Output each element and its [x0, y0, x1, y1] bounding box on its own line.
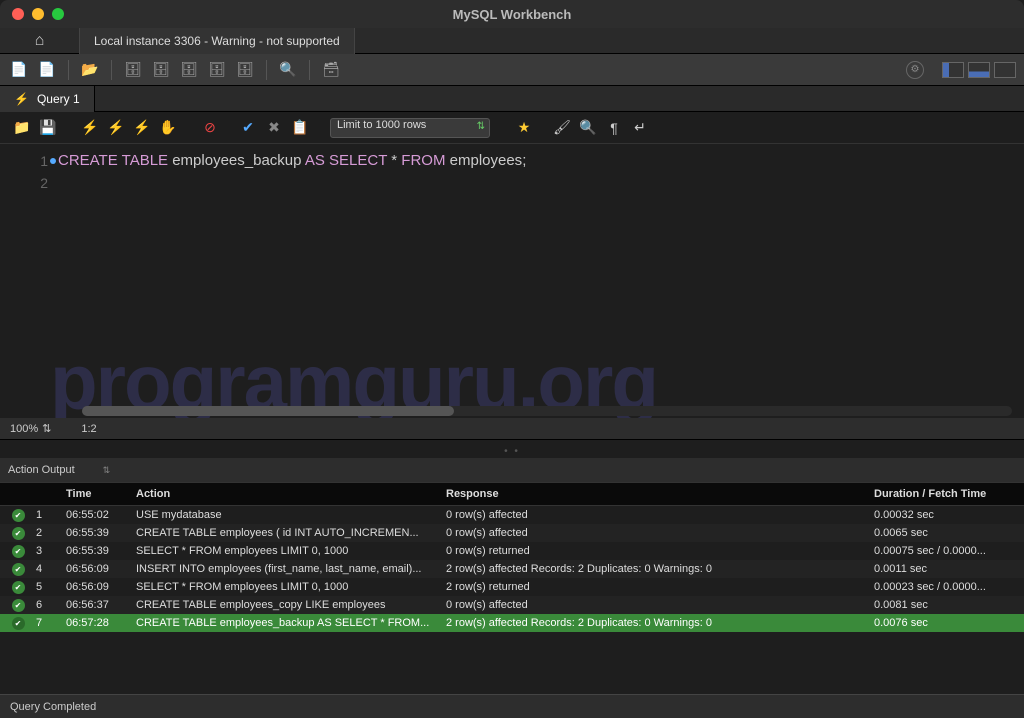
- col-header-time[interactable]: Time: [66, 488, 136, 500]
- execute-icon[interactable]: ⚡: [80, 118, 100, 138]
- beautify-icon[interactable]: 🖌: [552, 118, 572, 138]
- home-tab[interactable]: ⌂: [0, 28, 80, 54]
- output-row[interactable]: ✔706:57:28CREATE TABLE employees_backup …: [0, 614, 1024, 632]
- separator: [68, 60, 69, 80]
- toggle-left-panel[interactable]: [942, 62, 964, 78]
- limit-select-label: Limit to 1000 rows: [337, 119, 426, 131]
- output-table-header: Time Action Response Duration / Fetch Ti…: [0, 482, 1024, 506]
- cursor-position: 1:2: [81, 423, 96, 435]
- app-title: MySQL Workbench: [453, 7, 572, 22]
- query-tab-label: Query 1: [37, 92, 80, 106]
- output-row[interactable]: ✔506:56:09SELECT * FROM employees LIMIT …: [0, 578, 1024, 596]
- success-icon: ✔: [12, 563, 25, 576]
- output-header: Action Output ⇅: [0, 458, 1024, 482]
- grip-icon: • •: [504, 446, 520, 457]
- cancel-icon[interactable]: ⊘: [200, 118, 220, 138]
- save-icon[interactable]: 💾: [38, 118, 58, 138]
- editor-toolbar: 📁 💾 ⚡ ⚡ ⚡ ✋ ⊘ ✔ ✖ 📋 Limit to 1000 rows ⇅…: [0, 112, 1024, 144]
- output-row[interactable]: ✔106:55:02USE mydatabase0 row(s) affecte…: [0, 506, 1024, 524]
- pane-divider[interactable]: • •: [0, 440, 1024, 458]
- window-controls: [0, 8, 64, 20]
- new-sql-plus-icon[interactable]: 📄: [36, 59, 58, 81]
- separator: [111, 60, 112, 80]
- success-icon: ✔: [12, 545, 25, 558]
- query-tabbar: ⚡ Query 1: [0, 86, 1024, 112]
- stop-icon[interactable]: ✋: [158, 118, 178, 138]
- minimize-window-button[interactable]: [32, 8, 44, 20]
- db-icon[interactable]: 🗄: [150, 59, 172, 81]
- connection-tab[interactable]: Local instance 3306 - Warning - not supp…: [80, 28, 355, 54]
- code-area[interactable]: CREATE TABLE employees_backup AS SELECT …: [58, 144, 1024, 418]
- separator: [266, 60, 267, 80]
- editor-statusbar: 100%⇅ 1:2: [0, 418, 1024, 440]
- separator: [309, 60, 310, 80]
- statusbar: Query Completed: [0, 694, 1024, 718]
- success-icon: ✔: [12, 617, 25, 630]
- explain-icon[interactable]: ⚡: [132, 118, 152, 138]
- output-type-select[interactable]: Action Output: [8, 464, 75, 476]
- rollback-icon[interactable]: ✖: [264, 118, 284, 138]
- success-icon: ✔: [12, 527, 25, 540]
- col-header-duration[interactable]: Duration / Fetch Time: [874, 488, 1024, 500]
- line-number: 2: [0, 172, 48, 194]
- zoom-window-button[interactable]: [52, 8, 64, 20]
- col-header-action[interactable]: Action: [136, 488, 446, 500]
- query-tab[interactable]: ⚡ Query 1: [0, 86, 95, 112]
- star-icon[interactable]: ★: [514, 118, 534, 138]
- connection-tabbar: ⌂ Local instance 3306 - Warning - not su…: [0, 28, 1024, 54]
- output-rows: ✔106:55:02USE mydatabase0 row(s) affecte…: [0, 506, 1024, 632]
- chevron-up-down-icon: ⇅: [477, 121, 485, 132]
- main-toolbar: 📄 📄 📂 🗄 🗄 🗄 🗄 🗄 🔍 🗃 ⚙: [0, 54, 1024, 86]
- output-row[interactable]: ✔206:55:39CREATE TABLE employees ( id IN…: [0, 524, 1024, 542]
- sql-editor[interactable]: 1 2 CREATE TABLE employees_backup AS SEL…: [0, 144, 1024, 418]
- find-icon[interactable]: 🔍: [578, 118, 598, 138]
- db-icon[interactable]: 🗄: [178, 59, 200, 81]
- search-icon[interactable]: 🔍: [277, 59, 299, 81]
- limit-select[interactable]: Limit to 1000 rows ⇅: [330, 118, 490, 138]
- horizontal-scrollbar[interactable]: [82, 406, 1012, 416]
- success-icon: ✔: [12, 509, 25, 522]
- col-header-response[interactable]: Response: [446, 488, 874, 500]
- commit-icon[interactable]: ✔: [238, 118, 258, 138]
- chevron-up-down-icon: ⇅: [103, 465, 111, 476]
- lightning-icon: ⚡: [14, 92, 29, 106]
- open-file-icon[interactable]: 📁: [12, 118, 32, 138]
- chevron-up-down-icon: ⇅: [42, 423, 51, 435]
- toggle-bottom-panel[interactable]: [968, 62, 990, 78]
- server-icon[interactable]: 🗃: [320, 59, 342, 81]
- bookmark-dot-icon: [50, 158, 56, 164]
- invisible-icon[interactable]: ¶: [604, 118, 624, 138]
- autocommit-icon[interactable]: 📋: [290, 118, 310, 138]
- code-line: CREATE TABLE employees_backup AS SELECT …: [58, 150, 1024, 172]
- status-text: Query Completed: [10, 701, 96, 713]
- line-gutter: 1 2: [0, 144, 58, 418]
- output-row[interactable]: ✔606:56:37CREATE TABLE employees_copy LI…: [0, 596, 1024, 614]
- line-number: 1: [0, 150, 48, 172]
- success-icon: ✔: [12, 599, 25, 612]
- home-icon: ⌂: [35, 32, 45, 50]
- toggle-right-panel[interactable]: [994, 62, 1016, 78]
- new-sql-icon[interactable]: 📄: [8, 59, 30, 81]
- output-row[interactable]: ✔306:55:39SELECT * FROM employees LIMIT …: [0, 542, 1024, 560]
- output-row[interactable]: ✔406:56:09INSERT INTO employees (first_n…: [0, 560, 1024, 578]
- success-icon: ✔: [12, 581, 25, 594]
- open-sql-icon[interactable]: 📂: [79, 59, 101, 81]
- execute-current-icon[interactable]: ⚡: [106, 118, 126, 138]
- wrap-icon[interactable]: ↵: [630, 118, 650, 138]
- db-icon[interactable]: 🗄: [206, 59, 228, 81]
- gear-icon[interactable]: ⚙: [906, 61, 924, 79]
- db-icon[interactable]: 🗄: [122, 59, 144, 81]
- db-icon[interactable]: 🗄: [234, 59, 256, 81]
- close-window-button[interactable]: [12, 8, 24, 20]
- titlebar: MySQL Workbench: [0, 0, 1024, 28]
- scrollbar-thumb[interactable]: [82, 406, 454, 416]
- zoom-level[interactable]: 100%⇅: [10, 422, 51, 435]
- connection-tab-label: Local instance 3306 - Warning - not supp…: [94, 34, 340, 48]
